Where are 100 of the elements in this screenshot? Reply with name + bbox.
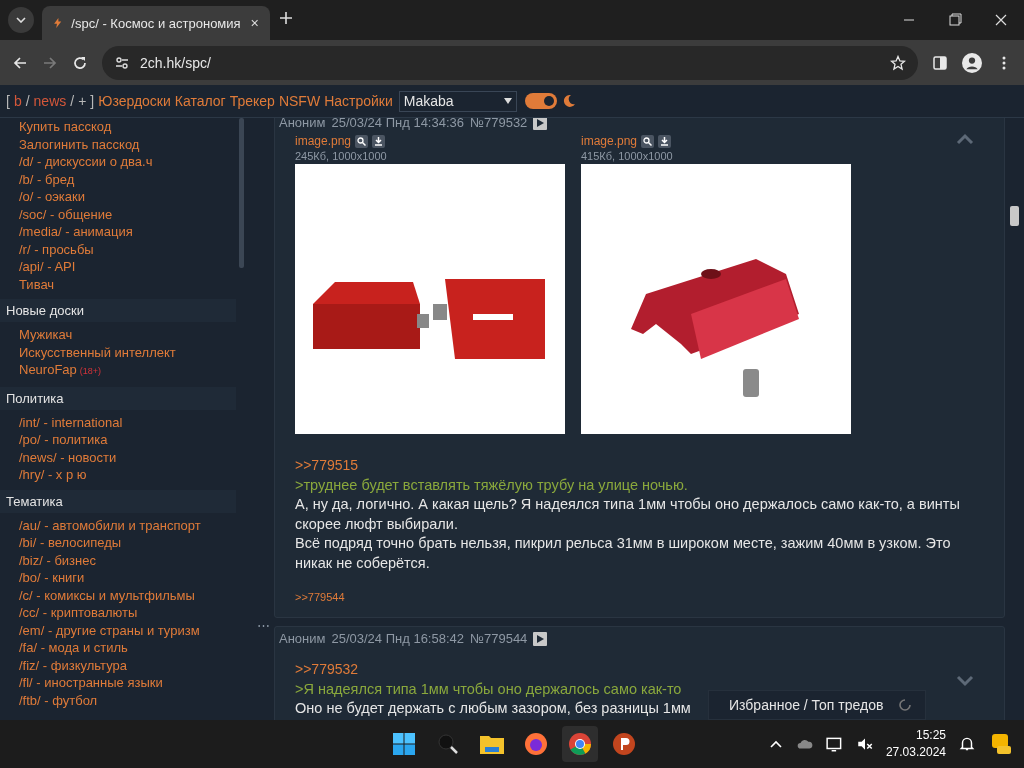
chrome-button[interactable] xyxy=(562,726,598,762)
bell-icon[interactable] xyxy=(958,735,976,753)
tab-search-button[interactable] xyxy=(8,7,34,33)
search-icon[interactable] xyxy=(641,134,655,148)
file-info: 415Кб, 1000x1000 xyxy=(581,150,674,162)
file-name-link[interactable]: image.png xyxy=(581,134,638,148)
post-text: Всё подряд точно брать нельзя, пикрил рельса 31мм в широком месте, зажим 40мм в узком. Это никак не соберётся. xyxy=(295,534,952,573)
play-icon xyxy=(536,118,545,127)
post-number[interactable]: №779544 xyxy=(470,631,528,646)
search-icon[interactable] xyxy=(355,134,369,148)
nav-separator: / xyxy=(70,93,75,109)
browser-logo-icon xyxy=(568,732,592,756)
scrollbar-thumb[interactable] xyxy=(239,118,244,268)
theme-toggle[interactable] xyxy=(524,93,557,109)
sidebar-item[interactable]: /media/ - анимация xyxy=(0,223,236,241)
scrollbar-thumb[interactable] xyxy=(1010,206,1019,226)
nav-link[interactable]: Каталог xyxy=(174,93,226,109)
post-author: Аноним xyxy=(279,631,326,646)
post-text: Оно не будет держать с любым зазором, без разницы 1мм xyxy=(295,699,691,718)
download-icon[interactable] xyxy=(372,134,386,148)
sidebar-item[interactable]: /news/ - новости xyxy=(0,448,236,466)
sidebar-item[interactable]: /api/ - API xyxy=(0,258,236,276)
post-date: 25/03/24 Пнд 14:34:36 xyxy=(331,118,464,130)
nav-link[interactable]: Юзердоски xyxy=(98,93,171,109)
sidebar-item[interactable]: Мужикач xyxy=(0,326,236,344)
sidebar-item[interactable]: /b/ - бред xyxy=(0,170,236,188)
collapse-handle[interactable]: ⋯ xyxy=(257,618,270,633)
nav-separator: + xyxy=(78,93,87,109)
sidebar-item[interactable]: /r/ - просьбы xyxy=(0,240,236,258)
reply-link[interactable]: >>779515 xyxy=(295,456,359,476)
browser-logo-icon xyxy=(524,732,548,756)
search-icon xyxy=(436,732,460,756)
quote-text: >труднее будет вставлять тяжёлую трубу на улице ночью. xyxy=(295,475,688,495)
reply-link[interactable]: >>779544 xyxy=(295,591,345,603)
nav-separator: [ xyxy=(6,93,10,109)
play-icon xyxy=(536,634,545,643)
sidebar-item[interactable]: Искусственный интеллект xyxy=(0,343,236,361)
post-text: А, ну да, логично. А какая щель? Я надеялся типа 1мм чтобы оно держалось само как-то, а винты скорее люфт выбирали. xyxy=(295,495,961,534)
folder-icon xyxy=(479,733,505,755)
style-select[interactable]: Makaba xyxy=(398,90,517,112)
profile-icon[interactable] xyxy=(962,52,982,73)
sidebar-item[interactable]: /po/ - политика xyxy=(0,431,236,449)
sidebar-item[interactable]: /d/ - дискуссии о два.ч xyxy=(0,153,236,171)
nav-link[interactable]: Трекер xyxy=(229,93,275,109)
nav-separator: / xyxy=(25,93,30,109)
caret-icon xyxy=(503,97,512,105)
post-author: Аноним xyxy=(279,118,326,130)
reload-icon[interactable] xyxy=(72,54,88,71)
chevron-down-icon xyxy=(16,17,26,23)
sidebar-item[interactable]: Тивач xyxy=(0,275,236,293)
file-name-link[interactable]: image.png xyxy=(295,134,352,148)
board-link[interactable]: b xyxy=(13,93,22,109)
sidebar-item[interactable]: /ftb/ - футбол xyxy=(0,691,236,709)
sidebar-section-title: Политика xyxy=(0,386,236,410)
nav-link[interactable]: NSFW xyxy=(278,93,321,109)
sidebar-item[interactable]: /c/ - комиксы и мультфильмы xyxy=(0,586,236,604)
windows-logo-icon xyxy=(392,732,416,756)
side-panel-icon[interactable] xyxy=(932,54,948,71)
chevron-down-icon[interactable] xyxy=(956,675,974,687)
sidebar-item[interactable]: /o/ - оэкаки xyxy=(0,188,236,206)
clock-time[interactable]: 15:25 xyxy=(915,727,946,744)
sidebar-item[interactable]: /biz/ - бизнес xyxy=(0,551,236,569)
spinner-icon xyxy=(897,697,913,713)
play-button[interactable] xyxy=(533,631,548,646)
sidebar-section-title: Тематика xyxy=(0,489,236,513)
p-logo-icon xyxy=(612,732,636,756)
file-info: 245Кб, 1000x1000 xyxy=(295,150,388,162)
sidebar-item[interactable]: /int/ - international xyxy=(0,413,236,431)
reply-link[interactable]: >>779532 xyxy=(295,660,359,680)
sidebar-item[interactable]: /bi/ - велосипеды xyxy=(0,534,236,552)
sidebar-item[interactable]: /hry/ - х р ю xyxy=(0,466,236,484)
sidebar-item[interactable]: /au/ - автомобили и транспорт xyxy=(0,516,236,534)
sidebar-item[interactable]: /em/ - другие страны и туризм xyxy=(0,621,236,639)
forward-arrow-icon[interactable] xyxy=(42,54,58,71)
browser-tab[interactable]: /spc/ - Космос и астрономия xyxy=(42,6,270,40)
network-icon[interactable] xyxy=(825,735,844,753)
play-button[interactable] xyxy=(533,118,548,130)
sidebar-item[interactable]: /soc/ - общение xyxy=(0,205,236,223)
clock-date[interactable]: 27.03.2024 xyxy=(885,744,946,761)
post-number[interactable]: №779532 xyxy=(470,118,528,130)
sidebar-item[interactable]: /fa/ - мода и стиль xyxy=(0,639,236,657)
download-icon[interactable] xyxy=(658,134,672,148)
sidebar-item[interactable]: NeuroFap (18+) xyxy=(0,361,236,381)
plus-icon[interactable] xyxy=(278,10,294,26)
age-label: (18+) xyxy=(79,366,102,376)
quote-text: >Я надеялся типа 1мм чтобы оно держалось само как-то xyxy=(295,679,682,699)
nav-link[interactable]: Настройки xyxy=(324,93,393,109)
sidebar-item[interactable]: /cc/ - криптовалюты xyxy=(0,604,236,622)
sidebar-item[interactable]: /bo/ - книги xyxy=(0,569,236,587)
sidebar-item[interactable]: Купить пасскод xyxy=(0,118,236,136)
nav-separator: ] xyxy=(90,93,95,109)
board-link[interactable]: news xyxy=(33,93,67,109)
sidebar-item[interactable]: Залогинить пасскод xyxy=(0,135,236,153)
star-icon[interactable] xyxy=(890,54,906,71)
sidebar-item[interactable]: /fiz/ - физкультура xyxy=(0,656,236,674)
address-bar[interactable]: 2ch.hk/spc/ xyxy=(102,45,918,80)
site-settings-icon[interactable] xyxy=(114,54,130,71)
favorites-panel[interactable]: Избранное / Топ тредов xyxy=(708,690,926,720)
sidebar-item[interactable]: /fl/ - иностранные языки xyxy=(0,674,236,692)
back-arrow-icon[interactable] xyxy=(12,54,28,71)
